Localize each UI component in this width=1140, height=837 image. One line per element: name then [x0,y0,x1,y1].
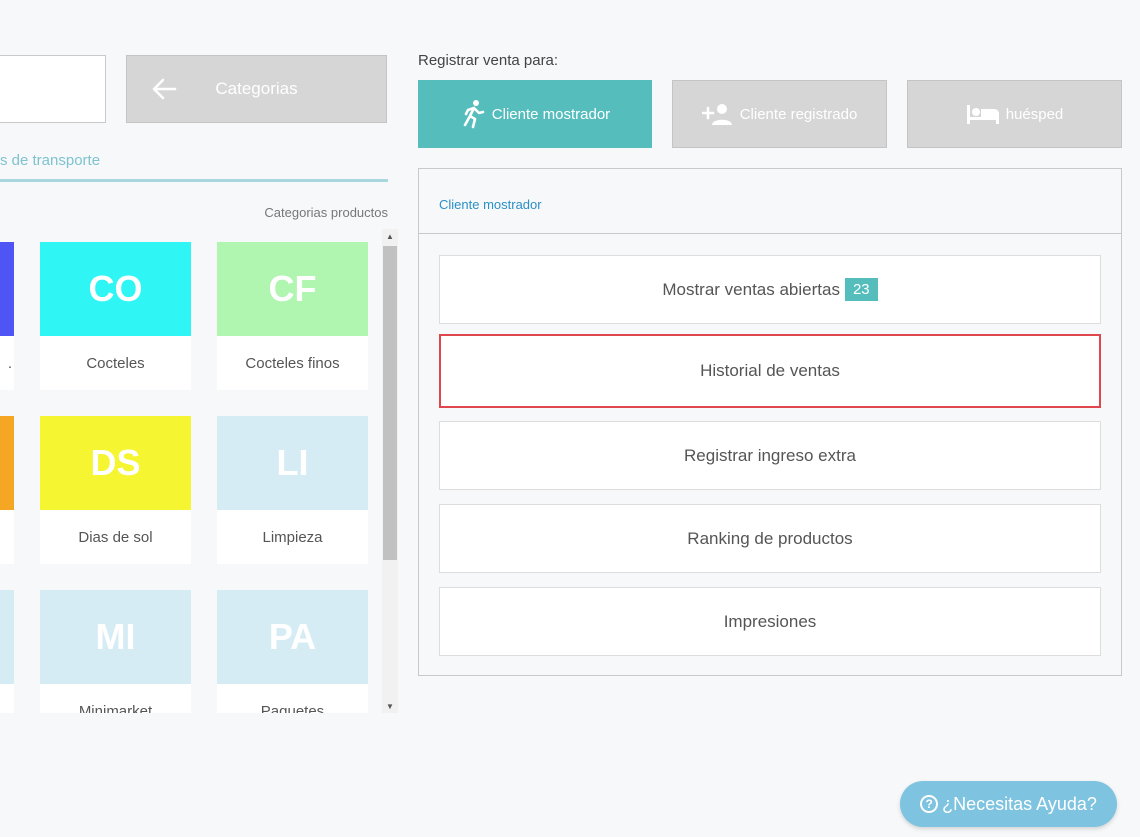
category-tile[interactable]: . [0,242,14,390]
arrow-left-icon [152,78,177,100]
grid-scrollbar[interactable]: ▲ ▼ [382,229,398,713]
tile-name: Paquetes [260,702,325,714]
category-tile-cocteles-finos[interactable]: CF Cocteles finos [217,242,368,390]
tile-abbr: PA [268,616,317,657]
tab-underline [0,179,388,182]
tile-swatch [0,590,14,684]
category-tile[interactable] [0,590,14,713]
tile-swatch [0,242,14,336]
panel-title[interactable]: Cliente mostrador [439,197,542,212]
prints-label: Impresiones [723,611,817,631]
extra-income-label: Registrar ingreso extra [684,445,856,465]
tile-name [0,684,14,713]
search-input[interactable] [0,55,106,123]
prints-button[interactable]: Impresiones [439,587,1101,656]
tile-swatch: DS [40,416,191,510]
ranking-label: Ranking de productos [687,528,853,548]
add-person-icon [701,104,732,125]
tile-name: Minimarket [78,702,153,714]
sales-history-label: Historial de ventas [700,361,840,380]
guest-button[interactable]: huésped [907,80,1122,148]
categories-back-button[interactable]: Categorias [126,55,387,123]
tile-abbr: LI [276,442,309,483]
tile-name: . [7,354,12,372]
tile-swatch: MI [40,590,191,684]
tile-name: Limpieza [262,528,323,546]
panel-divider [419,233,1121,234]
tile-swatch: LI [217,416,368,510]
category-grid: . CO Cocteles CF Cocteles finos DS Dias … [0,229,381,713]
categories-products-header: Categorias productos [264,205,388,220]
category-tile-minimarket[interactable]: MI Minimarket [40,590,191,713]
help-label: ¿Necesitas Ayuda? [942,793,1097,814]
guest-label: huésped [1005,105,1064,123]
tile-swatch [0,416,14,510]
counter-customer-label: Cliente mostrador [491,105,611,123]
product-ranking-button[interactable]: Ranking de productos [439,504,1101,573]
registered-customer-button[interactable]: Cliente registrado [672,80,887,148]
scroll-down-icon[interactable]: ▼ [382,699,398,713]
open-sales-count-badge: 23 [844,278,878,301]
tab-transport[interactable]: s de transporte [0,152,100,169]
tile-name [0,510,14,564]
tile-abbr: CO [88,268,143,309]
show-open-sales-button[interactable]: Mostrar ventas abiertas 23 [439,255,1101,324]
sales-panel: Cliente mostrador Mostrar ventas abierta… [418,168,1122,676]
register-extra-income-button[interactable]: Registrar ingreso extra [439,421,1101,490]
sales-history-button[interactable]: Historial de ventas [439,334,1101,408]
scroll-thumb[interactable] [383,246,397,560]
tile-abbr: DS [90,442,141,483]
registered-customer-label: Cliente registrado [739,105,858,123]
category-tile[interactable] [0,416,14,564]
category-tile-cocteles[interactable]: CO Cocteles [40,242,191,390]
tile-name: Dias de sol [78,528,153,546]
category-tile-dias-de-sol[interactable]: DS Dias de sol [40,416,191,564]
bed-icon [966,105,999,124]
category-tile-limpieza[interactable]: LI Limpieza [217,416,368,564]
tile-swatch: CO [40,242,191,336]
tile-abbr: CF [268,268,317,309]
tile-name: Cocteles finos [245,354,340,372]
category-tile-paquetes[interactable]: PA Paquetes [217,590,368,713]
help-button[interactable]: ? ¿Necesitas Ayuda? [900,781,1117,827]
tile-swatch: PA [217,590,368,684]
tile-abbr: MI [95,616,136,657]
register-sale-label: Registrar venta para: [418,52,559,69]
tile-name: Cocteles [86,354,145,372]
counter-customer-button[interactable]: Cliente mostrador [418,80,652,148]
scroll-up-icon[interactable]: ▲ [382,229,398,243]
running-person-icon [463,100,485,129]
tile-swatch: CF [217,242,368,336]
open-sales-label: Mostrar ventas abiertas [662,279,840,299]
question-icon: ? [920,795,939,813]
